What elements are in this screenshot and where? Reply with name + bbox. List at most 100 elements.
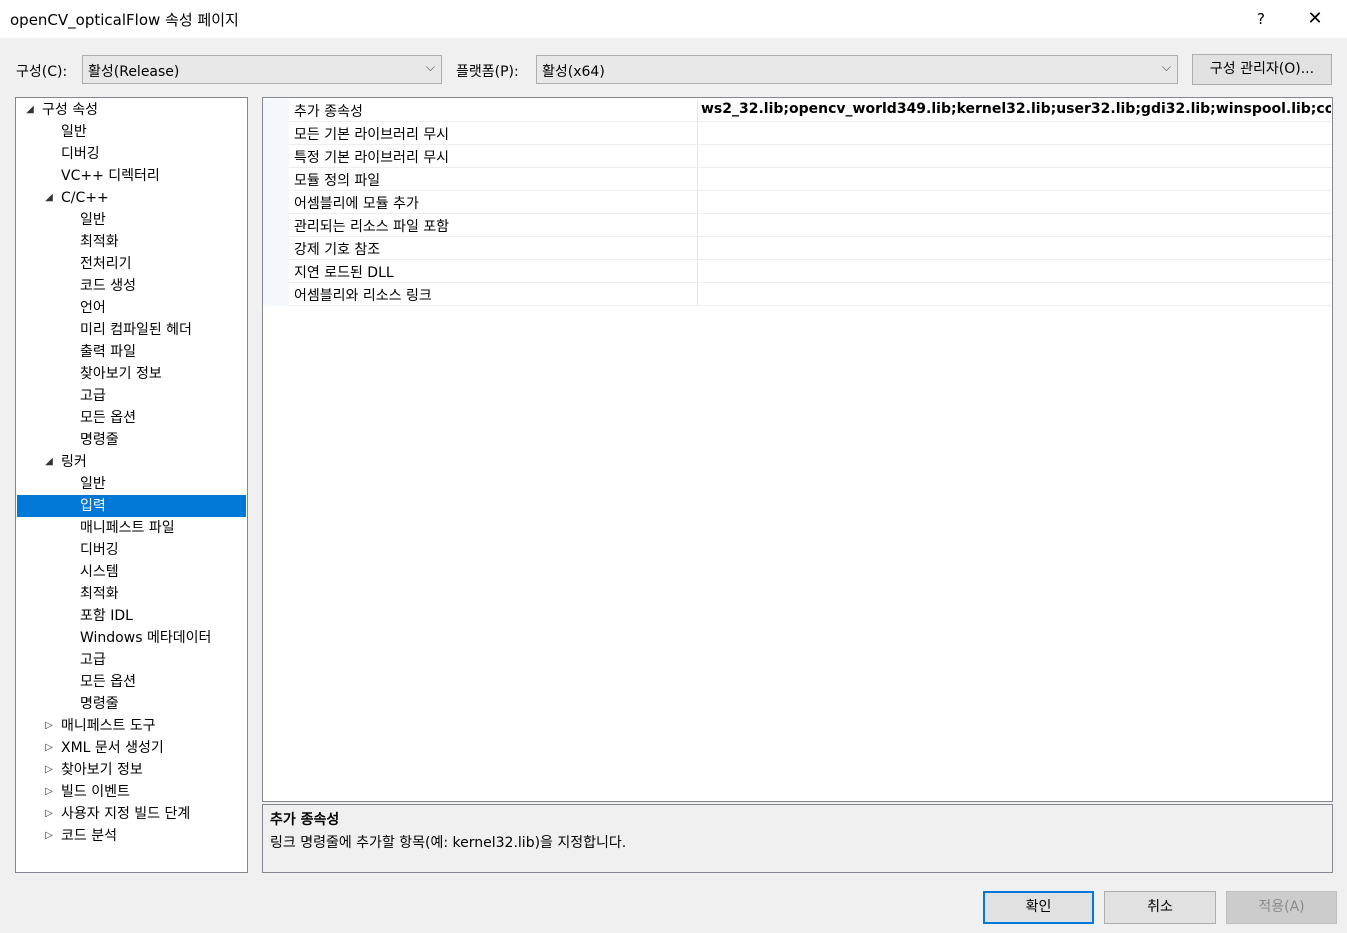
tree-node-label: 찾아보기 정보 <box>61 762 143 778</box>
help-button[interactable]: ? <box>1238 0 1284 38</box>
row-gutter <box>263 122 289 145</box>
tree-node-build-events[interactable]: ▷ 빌드 이벤트 <box>17 781 246 803</box>
property-row-force-symbol-references[interactable]: 강제 기호 참조 <box>263 237 1332 260</box>
tree-node-browse-info[interactable]: ▷ 찾아보기 정보 <box>17 759 246 781</box>
collapse-arrow-icon[interactable]: ◢ <box>42 451 56 473</box>
tree-node-linker-input[interactable]: 입력 <box>17 495 246 517</box>
tree-node-xml-document-generator[interactable]: ▷ XML 문서 생성기 <box>17 737 246 759</box>
tree-node-label: 언어 <box>80 300 106 316</box>
property-value[interactable]: ws2_32.lib;opencv_world349.lib;kernel32.… <box>701 101 1331 117</box>
column-divider <box>697 260 698 283</box>
expand-arrow-icon[interactable]: ▷ <box>42 715 56 737</box>
configuration-value: 활성(Release) <box>88 64 180 80</box>
apply-button[interactable]: 적용(A) <box>1226 891 1337 924</box>
close-button[interactable]: ✕ <box>1292 0 1338 38</box>
tree-node-vc-directories[interactable]: VC++ 디렉터리 <box>17 165 246 187</box>
configuration-manager-button[interactable]: 구성 관리자(O)... <box>1192 54 1332 85</box>
tree-node-cpp-general[interactable]: 일반 <box>17 209 246 231</box>
column-divider <box>697 214 698 237</box>
tree-node-label: 구성 속성 <box>42 102 98 118</box>
tree-node-label: C/C++ <box>61 190 109 206</box>
tree-node-label: 매니페스트 도구 <box>61 718 156 734</box>
column-divider <box>697 283 698 306</box>
tree-node-custom-build-step[interactable]: ▷ 사용자 지정 빌드 단계 <box>17 803 246 825</box>
expand-arrow-icon[interactable]: ▷ <box>42 759 56 781</box>
property-row-ignore-all-default-libraries[interactable]: 모든 기본 라이브러리 무시 <box>263 122 1332 145</box>
tree-node-cpp-command-line[interactable]: 명령줄 <box>17 429 246 451</box>
tree-node-configuration-properties[interactable]: ◢ 구성 속성 <box>17 99 246 121</box>
property-row-embed-managed-resource-file[interactable]: 관리되는 리소스 파일 포함 <box>263 214 1332 237</box>
collapse-arrow-icon[interactable]: ◢ <box>23 99 37 121</box>
tree-node-preprocessor[interactable]: 전처리기 <box>17 253 246 275</box>
tree-node-output-files[interactable]: 출력 파일 <box>17 341 246 363</box>
chevron-down-icon: ⌵ <box>425 60 435 74</box>
property-tree[interactable]: ◢ 구성 속성 일반 디버깅 VC++ 디렉터리 ◢ C/C++ 일반 최적화 … <box>15 97 248 873</box>
ok-button[interactable]: 확인 <box>983 891 1094 924</box>
column-divider <box>697 237 698 260</box>
row-gutter <box>263 237 289 260</box>
tree-node-code-generation[interactable]: 코드 생성 <box>17 275 246 297</box>
tree-node-label: 코드 생성 <box>80 278 136 294</box>
tree-node-label: 시스템 <box>80 564 119 580</box>
tree-node-c-cpp[interactable]: ◢ C/C++ <box>17 187 246 209</box>
tree-node-label: 빌드 이벤트 <box>61 784 130 800</box>
tree-node-linker[interactable]: ◢ 링커 <box>17 451 246 473</box>
tree-node-windows-metadata[interactable]: Windows 메타데이터 <box>17 627 246 649</box>
cancel-button[interactable]: 취소 <box>1104 891 1216 924</box>
tree-node-label: 고급 <box>80 652 106 668</box>
tree-node-linker-command-line[interactable]: 명령줄 <box>17 693 246 715</box>
tree-node-manifest-tool[interactable]: ▷ 매니페스트 도구 <box>17 715 246 737</box>
tree-node-label: 최적화 <box>80 586 119 602</box>
expand-arrow-icon[interactable]: ▷ <box>42 803 56 825</box>
collapse-arrow-icon[interactable]: ◢ <box>42 187 56 209</box>
row-gutter <box>263 145 289 168</box>
title-bar: openCV_opticalFlow 속성 페이지 ? ✕ <box>0 0 1347 38</box>
tree-node-browse-information[interactable]: 찾아보기 정보 <box>17 363 246 385</box>
tree-node-cpp-optimization[interactable]: 최적화 <box>17 231 246 253</box>
row-gutter <box>263 214 289 237</box>
tree-node-label: 모든 옵션 <box>80 674 136 690</box>
tree-node-linker-debugging[interactable]: 디버깅 <box>17 539 246 561</box>
tree-node-general[interactable]: 일반 <box>17 121 246 143</box>
configuration-label: 구성(C): <box>16 64 68 80</box>
tree-node-label: VC++ 디렉터리 <box>61 168 160 184</box>
property-name: 지연 로드된 DLL <box>294 265 394 281</box>
expand-arrow-icon[interactable]: ▷ <box>42 781 56 803</box>
expand-arrow-icon[interactable]: ▷ <box>42 737 56 759</box>
tree-node-label: 코드 분석 <box>61 828 117 844</box>
property-grid[interactable]: 추가 종속성 ws2_32.lib;opencv_world349.lib;ke… <box>262 97 1333 802</box>
property-row-delay-loaded-dlls[interactable]: 지연 로드된 DLL <box>263 260 1332 283</box>
property-row-ignore-specific-default-libraries[interactable]: 특정 기본 라이브러리 무시 <box>263 145 1332 168</box>
tree-node-label: 포함 IDL <box>80 608 133 624</box>
tree-node-label: 일반 <box>80 212 106 228</box>
tree-node-linker-all-options[interactable]: 모든 옵션 <box>17 671 246 693</box>
tree-node-label: 링커 <box>61 454 87 470</box>
configuration-dropdown[interactable]: 활성(Release) ⌵ <box>82 55 442 84</box>
property-row-additional-dependencies[interactable]: 추가 종속성 ws2_32.lib;opencv_world349.lib;ke… <box>263 99 1332 122</box>
tree-node-debugging[interactable]: 디버깅 <box>17 143 246 165</box>
tree-node-embedded-idl[interactable]: 포함 IDL <box>17 605 246 627</box>
property-row-module-definition-file[interactable]: 모듈 정의 파일 <box>263 168 1332 191</box>
column-divider <box>697 191 698 214</box>
expand-arrow-icon[interactable]: ▷ <box>42 825 56 847</box>
tree-node-language[interactable]: 언어 <box>17 297 246 319</box>
property-name: 모듈 정의 파일 <box>294 173 381 189</box>
property-name: 특정 기본 라이브러리 무시 <box>294 150 450 166</box>
column-divider <box>697 99 698 122</box>
tree-node-cpp-all-options[interactable]: 모든 옵션 <box>17 407 246 429</box>
tree-node-precompiled-headers[interactable]: 미리 컴파일된 헤더 <box>17 319 246 341</box>
tree-node-cpp-advanced[interactable]: 고급 <box>17 385 246 407</box>
tree-node-code-analysis[interactable]: ▷ 코드 분석 <box>17 825 246 847</box>
property-row-assembly-link-resource[interactable]: 어셈블리와 리소스 링크 <box>263 283 1332 306</box>
platform-dropdown[interactable]: 활성(x64) ⌵ <box>536 55 1178 84</box>
tree-node-linker-general[interactable]: 일반 <box>17 473 246 495</box>
property-row-add-module-to-assembly[interactable]: 어셈블리에 모듈 추가 <box>263 191 1332 214</box>
tree-node-label: XML 문서 생성기 <box>61 740 164 756</box>
tree-node-label: 고급 <box>80 388 106 404</box>
tree-node-system[interactable]: 시스템 <box>17 561 246 583</box>
tree-node-linker-advanced[interactable]: 고급 <box>17 649 246 671</box>
tree-node-label: 미리 컴파일된 헤더 <box>80 322 192 338</box>
tree-node-manifest-file[interactable]: 매니페스트 파일 <box>17 517 246 539</box>
tree-node-linker-optimization[interactable]: 최적화 <box>17 583 246 605</box>
tree-node-label: 전처리기 <box>80 256 132 272</box>
